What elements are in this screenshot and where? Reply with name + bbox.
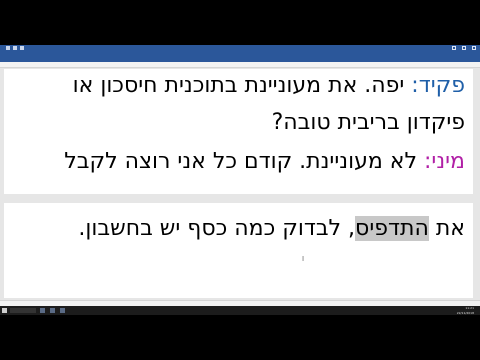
document-line[interactable]: מיני: לא מעוניינת. קודם כל אני רוצה לקבל xyxy=(64,149,465,174)
undo-icon[interactable] xyxy=(13,46,17,50)
letterbox-bottom xyxy=(0,315,480,360)
speaker-label: מיני: xyxy=(423,149,465,174)
word-window: פקיד: יפה. את מעוניינת בתוכנית חיסכון או… xyxy=(0,45,480,315)
word-icon[interactable] xyxy=(60,308,65,313)
document-page-1: פקיד: יפה. את מעוניינת בתוכנית חיסכון או… xyxy=(4,69,473,194)
document-page-2: את התדפיס, לבדוק כמה כסף יש בחשבון. I xyxy=(4,203,473,298)
windows-start-icon[interactable] xyxy=(2,308,7,313)
dialogue-text: את xyxy=(428,216,465,241)
letterbox-top xyxy=(0,0,480,45)
browser-icon[interactable] xyxy=(50,308,55,313)
dialogue-text: פיקדון בריבית טובה? xyxy=(271,110,465,135)
title-bar xyxy=(0,45,480,52)
search-icon[interactable] xyxy=(10,308,36,313)
windows-taskbar: 11:21 22/11/2018 xyxy=(0,306,480,315)
redo-icon[interactable] xyxy=(20,46,24,50)
ribbon-tabs-bar xyxy=(0,52,480,62)
window-controls xyxy=(452,46,476,50)
taskbar-apps xyxy=(40,308,65,313)
document-line[interactable]: את התדפיס, לבדוק כמה כסף יש בחשבון. xyxy=(78,216,465,241)
highlighted-text[interactable]: התדפיס xyxy=(355,216,429,241)
dialogue-text: , לבדוק כמה כסף יש בחשבון. xyxy=(78,216,356,241)
dialogue-text: לא מעוניינת. קודם כל אני רוצה לקבל xyxy=(64,149,424,174)
quick-access-toolbar xyxy=(6,46,24,50)
minimize-icon[interactable] xyxy=(452,46,456,50)
document-line[interactable]: פקיד: יפה. את מעוניינת בתוכנית חיסכון או xyxy=(73,73,465,98)
close-icon[interactable] xyxy=(472,46,476,50)
document-line[interactable]: פיקדון בריבית טובה? xyxy=(272,110,465,135)
ribbon-collapsed-bar xyxy=(0,62,480,68)
text-cursor-icon: I xyxy=(302,255,305,263)
maximize-icon[interactable] xyxy=(462,46,466,50)
file-explorer-icon[interactable] xyxy=(40,308,45,313)
save-icon[interactable] xyxy=(6,46,10,50)
speaker-label: פקיד: xyxy=(411,73,465,98)
dialogue-text: יפה. את מעוניינת בתוכנית חיסכון או xyxy=(72,73,412,98)
system-tray-clock[interactable]: 11:21 22/11/2018 xyxy=(457,306,474,315)
